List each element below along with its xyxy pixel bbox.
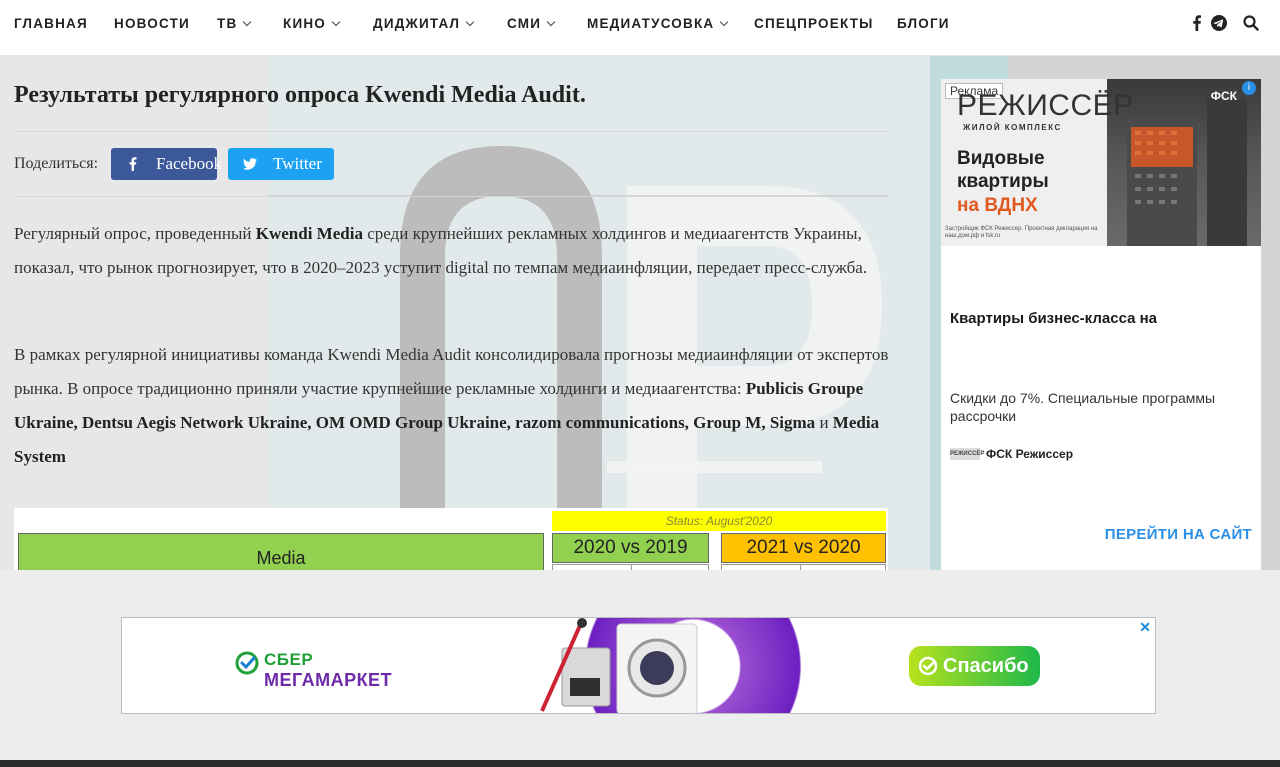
share-twitter-button[interactable]: Twitter — [228, 148, 334, 180]
nav-item-cinema[interactable]: КИНО — [283, 16, 341, 31]
top-navigation: ГЛАВНАЯ НОВОСТИ ТВ КИНО ДИДЖИТАЛ СМИ МЕД… — [0, 0, 1280, 56]
share-label: Поделиться: — [14, 155, 99, 172]
ad-headline-line: Видовые — [957, 148, 1045, 169]
nav-item-news[interactable]: НОВОСТИ — [114, 16, 190, 31]
table-cell — [800, 564, 886, 570]
chevron-down-icon — [546, 17, 556, 27]
nav-item-label: МЕДИАТУСОВКА — [587, 16, 715, 31]
ad-headline-accent: на ВДНХ — [957, 195, 1038, 216]
nav-item-label: СПЕЦПРОЕКТЫ — [754, 16, 874, 31]
table-header-media: Media — [18, 533, 544, 570]
nav-item-label: ДИДЖИТАЛ — [373, 16, 461, 31]
share-twitter-label: Twitter — [273, 154, 322, 173]
ad-banner-image[interactable]: Реклама i ФСК РЕЖИССЁР ЖИЛОЙ КОМПЛЕКС Ви… — [941, 79, 1261, 246]
chevron-down-icon — [465, 17, 475, 27]
facebook-icon — [125, 156, 141, 172]
check-icon — [918, 656, 938, 676]
paragraph-text: Регулярный опрос, проведенный — [14, 224, 256, 243]
chevron-down-icon — [720, 17, 729, 27]
table-cell — [552, 564, 632, 570]
nav-item-label: НОВОСТИ — [114, 16, 190, 31]
ad-headline-line: квартиры — [957, 171, 1049, 192]
close-icon[interactable]: ✕ — [1139, 619, 1151, 636]
twitter-icon — [242, 156, 258, 172]
search-icon[interactable] — [1242, 14, 1260, 32]
ad-brand[interactable]: РЕЖИССЁР ФСК Режиссер — [950, 447, 1073, 461]
share-facebook-button[interactable]: Facebook — [111, 148, 222, 180]
divider — [14, 196, 888, 197]
nav-item-label: ГЛАВНАЯ — [14, 16, 88, 31]
sber-logo: СБЕР МЕГАМАРКЕТ — [234, 650, 392, 690]
nav-item-blogs[interactable]: БЛОГИ — [897, 16, 950, 31]
bottom-bar — [0, 760, 1280, 767]
brand-line2: МЕГАМАРКЕТ — [264, 670, 393, 690]
table-header-2021-vs-2020: 2021 vs 2020 — [721, 533, 886, 563]
table-header-2020-vs-2019: 2020 vs 2019 — [552, 533, 709, 563]
sber-logo-icon — [235, 651, 259, 675]
nav-item-mediatusovka[interactable]: МЕДИАТУСОВКА — [587, 16, 729, 31]
ad-fine-print: Застройщик ФСК Режиссер. Проектная декла… — [945, 226, 1098, 239]
article-title: Результаты регулярного опроса Kwendi Med… — [14, 82, 586, 108]
share-facebook-label: Facebook — [156, 154, 223, 173]
ad-product-image — [522, 618, 807, 713]
spasibo-badge: Спасибо — [909, 646, 1040, 686]
nav-item-label: СМИ — [507, 16, 542, 31]
ad-description: Скидки до 7%. Специальные программы расс… — [950, 390, 1216, 424]
ad-title[interactable]: Квартиры бизнес-класса на — [950, 310, 1157, 327]
content-area: Результаты регулярного опроса Kwendi Med… — [0, 56, 1280, 570]
article-paragraph: В рамках регулярной инициативы команда K… — [14, 338, 894, 474]
ad-headline: Видовые квартиры — [957, 147, 1049, 193]
ad-brand-label: ФСК Режиссер — [986, 447, 1074, 461]
table-cell — [631, 564, 709, 570]
article-column — [0, 56, 930, 570]
table-status: Status: August'2020 — [552, 511, 886, 531]
chevron-down-icon — [243, 17, 252, 27]
brand-mini-logo: РЕЖИССЁР — [950, 448, 984, 460]
paragraph-text: и — [815, 413, 833, 432]
brand-logo-sub: ЖИЛОЙ КОМПЛЕКС — [963, 123, 1062, 132]
brand-line1: СБЕР — [264, 650, 314, 669]
nav-item-home[interactable]: ГЛАВНАЯ — [14, 16, 88, 31]
nav-item-tv[interactable]: ТВ — [217, 16, 252, 31]
brand-logo: РЕЖИССЁР — [957, 89, 1134, 122]
table-cell — [721, 564, 801, 570]
facebook-icon[interactable] — [1188, 14, 1206, 32]
nav-item-media[interactable]: СМИ — [507, 16, 556, 31]
nav-item-specprojects[interactable]: СПЕЦПРОЕКТЫ — [754, 16, 874, 31]
adchoices-icon[interactable]: i — [1242, 81, 1256, 95]
telegram-icon[interactable] — [1210, 14, 1228, 32]
fsk-badge: ФСК — [1210, 89, 1237, 103]
sidebar-ad[interactable]: Реклама i ФСК РЕЖИССЁР ЖИЛОЙ КОМПЛЕКС Ви… — [941, 79, 1261, 570]
bottom-banner-ad[interactable]: ✕ СБЕР МЕГАМАРКЕТ Спасибо — [121, 617, 1156, 714]
article-table-image: Status: August'2020 Media 2020 vs 2019 2… — [14, 508, 888, 570]
paragraph-bold-text: Kwendi Media — [255, 224, 363, 243]
divider — [14, 131, 888, 132]
article-paragraph: Регулярный опрос, проведенный Kwendi Med… — [14, 217, 894, 285]
ad-cta-link[interactable]: ПЕРЕЙТИ НА САЙТ — [1105, 526, 1252, 543]
nav-item-digital[interactable]: ДИДЖИТАЛ — [373, 16, 475, 31]
chevron-down-icon — [331, 17, 341, 27]
spasibo-label: Спасибо — [943, 654, 1029, 677]
nav-item-label: ТВ — [217, 16, 238, 31]
nav-item-label: КИНО — [283, 16, 326, 31]
nav-item-label: БЛОГИ — [897, 16, 950, 31]
